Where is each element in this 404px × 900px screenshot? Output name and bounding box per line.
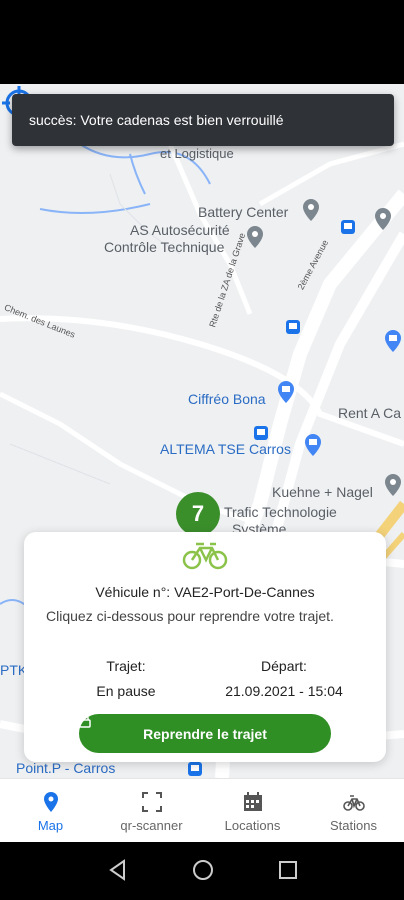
resume-hint: Cliquez ci-dessous pour reprendre votre …	[46, 608, 334, 624]
nav-qr-scanner-label: qr-scanner	[120, 818, 183, 833]
map-label-altema: ALTEMA TSE Carros	[160, 441, 291, 457]
vehicle-id: Véhicule n°: VAE2-Port-De-Cannes	[95, 584, 315, 600]
nav-locations[interactable]: Locations	[202, 779, 303, 842]
map-label-pointp: Point.P - Carros	[16, 760, 116, 776]
shop-pin-icon[interactable]	[277, 381, 295, 403]
map-label-trafic: Trafic Technologie	[224, 504, 337, 520]
trajet-label: Trajet:	[106, 658, 146, 674]
bus-stop-icon[interactable]	[188, 762, 202, 776]
resume-trip-button[interactable]: Reprendre le trajet	[79, 714, 331, 753]
status-bar	[0, 0, 404, 60]
place-pin-icon[interactable]	[384, 474, 402, 496]
map-label-kuehne: Kuehne + Nagel	[272, 484, 373, 500]
bottom-navigation: Map qr-scanner Locations Stations	[0, 778, 404, 842]
calendar-icon	[243, 792, 262, 811]
toast-message: succès: Votre cadenas est bien verrouill…	[29, 112, 284, 128]
shop-pin-icon[interactable]	[384, 330, 402, 352]
nav-map-label: Map	[37, 818, 64, 833]
back-icon[interactable]	[108, 859, 128, 881]
bus-stop-icon[interactable]	[286, 320, 300, 334]
map-pin-icon	[43, 792, 58, 812]
trajet-column: Trajet: En pause	[84, 658, 168, 708]
nav-stations[interactable]: Stations	[303, 779, 404, 842]
map-label-rent: Rent A Ca	[338, 405, 402, 421]
place-pin-icon[interactable]	[302, 199, 320, 221]
recents-icon[interactable]	[278, 859, 298, 881]
depart-label: Départ:	[261, 658, 307, 674]
bicycle-icon	[342, 795, 365, 811]
map-label-battery: Battery Center	[198, 204, 289, 220]
nav-locations-label: Locations	[224, 818, 281, 833]
map-label-ciffreo: Ciffréo Bona	[188, 391, 266, 407]
nav-map[interactable]: Map	[0, 779, 101, 842]
phone-screen: et Logistique Battery Center AS Autosécu…	[0, 0, 404, 900]
bus-stop-icon[interactable]	[254, 426, 268, 440]
nav-stations-label: Stations	[330, 818, 377, 833]
scan-icon	[141, 792, 162, 812]
map-label-as-auto: AS Autosécurité	[130, 222, 230, 238]
home-icon[interactable]	[192, 859, 214, 881]
lock-icon	[79, 714, 91, 728]
success-toast: succès: Votre cadenas est bien verrouill…	[12, 94, 394, 146]
bus-stop-icon[interactable]	[341, 220, 355, 234]
map-label-logistique: et Logistique	[160, 146, 234, 161]
place-pin-icon[interactable]	[374, 208, 392, 230]
place-pin-icon[interactable]	[246, 226, 264, 248]
depart-column: Départ: 21.09.2021 - 15:04	[214, 658, 354, 708]
trip-card: Véhicule n°: VAE2-Port-De-Cannes Cliquez…	[24, 532, 386, 762]
shop-pin-icon[interactable]	[304, 434, 322, 456]
resume-trip-label: Reprendre le trajet	[143, 725, 267, 742]
nav-qr-scanner[interactable]: qr-scanner	[101, 779, 202, 842]
trajet-value: En pause	[96, 683, 156, 699]
depart-value: 21.09.2021 - 15:04	[225, 683, 343, 699]
map-label-controle: Contrôle Technique	[104, 239, 225, 255]
bicycle-icon	[182, 542, 228, 570]
system-navigation-bar	[0, 842, 404, 900]
station-cluster-marker[interactable]: 7	[176, 492, 220, 536]
app-view: et Logistique Battery Center AS Autosécu…	[0, 84, 404, 842]
map-view[interactable]: et Logistique Battery Center AS Autosécu…	[0, 84, 404, 778]
